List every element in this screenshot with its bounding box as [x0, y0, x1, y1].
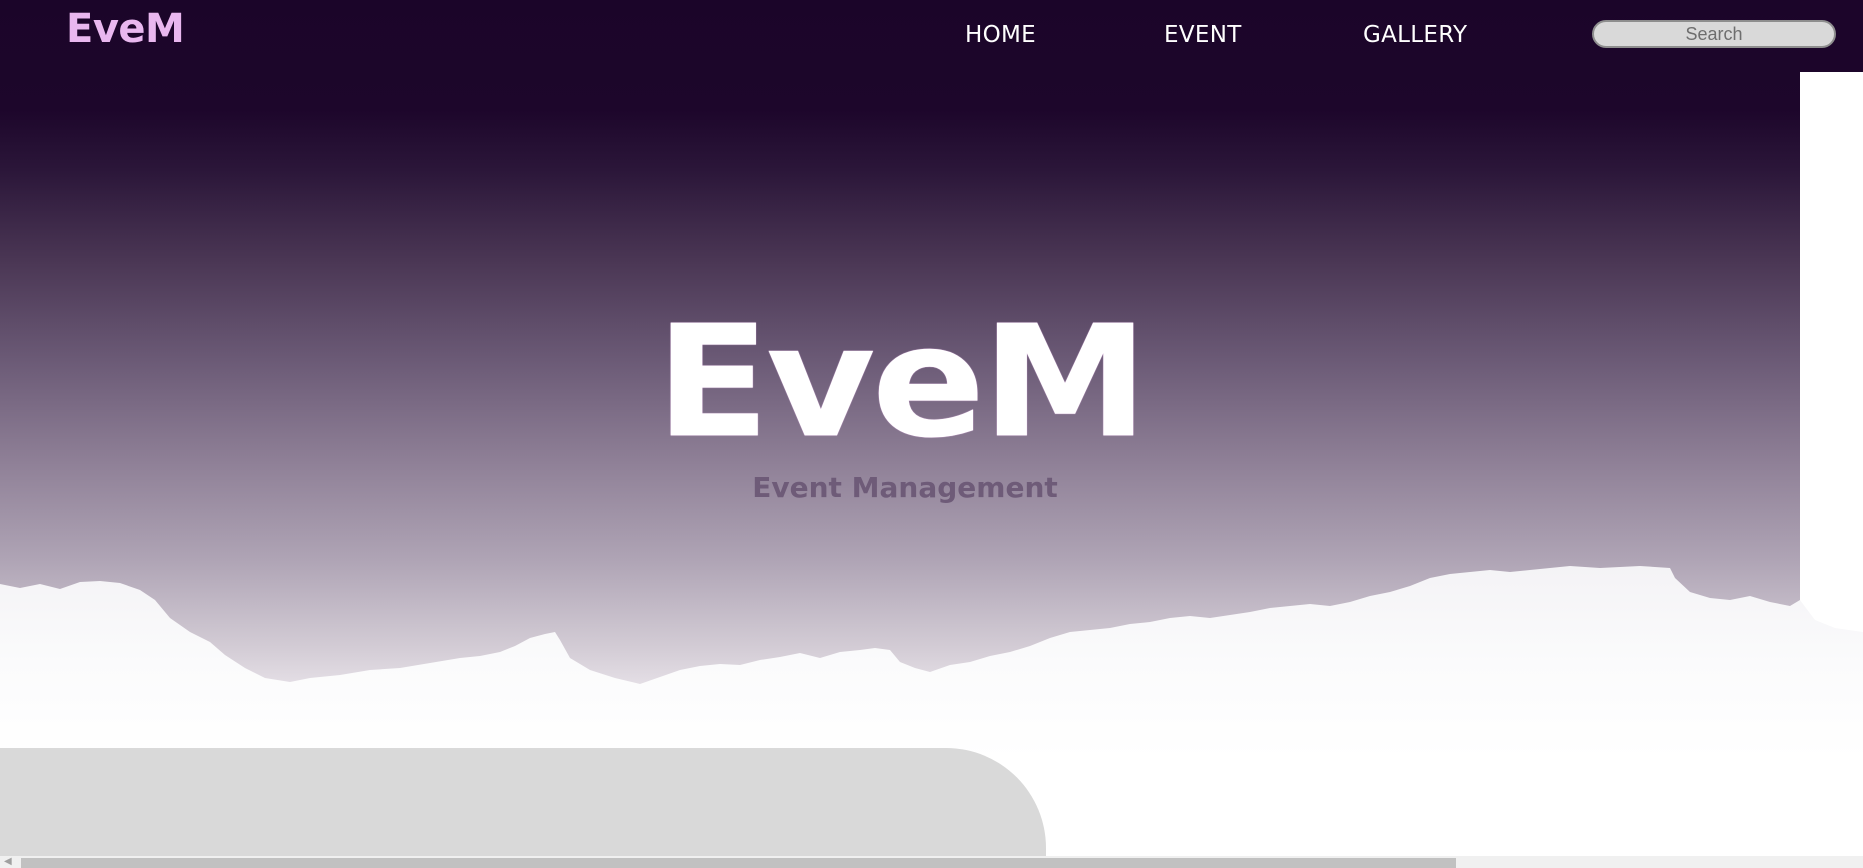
brand-logo[interactable]: EveM — [66, 6, 185, 52]
nav-link-home[interactable]: HOME — [965, 22, 1036, 48]
hero-subtitle: Event Management — [752, 471, 1058, 504]
page: EveM HOME EVENT GALLERY EveM Event Manag… — [0, 0, 1863, 868]
cloud-divider-image — [0, 560, 1863, 760]
top-navbar: EveM HOME EVENT GALLERY — [0, 0, 1863, 72]
nav-link-gallery[interactable]: GALLERY — [1363, 22, 1467, 48]
nav-link-event[interactable]: EVENT — [1164, 22, 1242, 48]
horizontal-scrollbar[interactable]: ◀ — [0, 856, 1863, 868]
content-panel — [0, 748, 1046, 858]
hero-title: EveM — [655, 291, 1148, 473]
search-input[interactable] — [1592, 20, 1836, 48]
scrollbar-thumb[interactable] — [21, 858, 1456, 868]
chevron-left-icon[interactable]: ◀ — [4, 856, 18, 868]
